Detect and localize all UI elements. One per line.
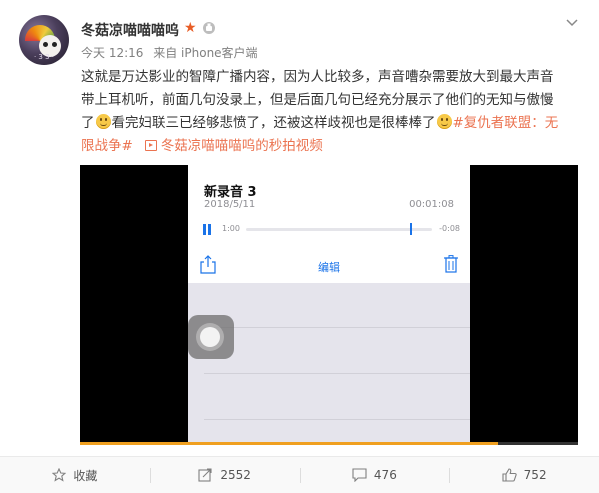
chevron-down-icon[interactable]: [566, 18, 578, 28]
forward-icon: [198, 468, 212, 482]
video-link-label: 冬菇凉喵喵喵呜的秒拍视频: [160, 138, 323, 154]
smile-emoji-icon: [436, 114, 452, 129]
content-line-4: 限战争# 冬菇凉喵喵喵呜的秒拍视频: [81, 135, 587, 158]
avatar[interactable]: · 3 3 ·: [19, 15, 69, 65]
post-time[interactable]: 今天 12:16: [81, 46, 143, 60]
action-bar: 收藏 2552 476 752: [0, 456, 599, 493]
like-icon: [502, 468, 517, 482]
time-remaining: -0:08: [439, 224, 460, 233]
author-name[interactable]: 冬菇凉喵喵喵呜: [81, 20, 179, 40]
like-button[interactable]: 752: [449, 457, 599, 493]
video-progress-fill: [80, 442, 499, 445]
avatar-caption: · 3 3 ·: [33, 53, 55, 61]
star-icon: ★: [184, 20, 197, 36]
list-divider: [204, 327, 470, 328]
recording-list-area: [188, 283, 470, 445]
list-divider: [204, 373, 470, 374]
smile-emoji-icon: [95, 114, 111, 129]
list-divider: [204, 419, 470, 420]
content-line-3: 了看完妇联三已经够悲愤了，还被这样歧视也是很棒棒了 #复仇者联盟：无: [81, 112, 587, 135]
favorite-label: 收藏: [73, 468, 98, 483]
assistive-touch-button: [188, 315, 234, 359]
favorite-star-icon: [52, 468, 67, 482]
comment-button[interactable]: 476: [299, 457, 450, 493]
post-content: 这就是万达影业的智障广播内容，因为人比较多，声音嘈杂需要放大到最大声音 带上耳机…: [81, 66, 587, 158]
trash-icon: [444, 255, 458, 273]
recording-title: 新录音 3: [204, 185, 257, 200]
content-line-3-start: 了: [81, 115, 95, 131]
recording-duration: 00:01:08: [409, 199, 454, 210]
forward-button[interactable]: 2552: [149, 457, 300, 493]
level-icon: [203, 22, 215, 34]
time-elapsed: 1:00: [222, 224, 240, 233]
scrubber-handle: [409, 223, 412, 235]
hashtag-link[interactable]: #复仇者联盟：无: [453, 115, 559, 131]
video-progress-track[interactable]: [80, 442, 578, 445]
comment-icon: [352, 468, 367, 482]
favorite-button[interactable]: 收藏: [0, 457, 150, 493]
content-line-1: 这就是万达影业的智障广播内容，因为人比较多，声音嘈杂需要放大到最大声音: [81, 69, 554, 85]
phone-screen: 新录音 3 2018/5/11 00:01:08 1:00 -0:08 编辑: [188, 165, 470, 445]
edit-label: 编辑: [318, 261, 340, 274]
video-player[interactable]: 新录音 3 2018/5/11 00:01:08 1:00 -0:08 编辑: [80, 165, 578, 445]
scrubber-track: [246, 223, 432, 235]
film-icon: [144, 140, 157, 151]
like-count: 752: [523, 468, 547, 482]
content-line-2: 带上耳机听，前面几句没录上，但是后面几句已经充分展示了他们的无知与傲慢: [81, 92, 554, 108]
pause-icon: [202, 224, 212, 235]
forward-count: 2552: [220, 468, 251, 482]
recording-date: 2018/5/11: [204, 199, 256, 210]
video-link[interactable]: 冬菇凉喵喵喵呜的秒拍视频: [144, 138, 323, 154]
content-line-3-text: 看完妇联三已经够悲愤了，还被这样歧视也是很棒棒了: [111, 115, 436, 131]
post-meta: 今天 12:16 来自 iPhone客户端: [81, 44, 264, 61]
hashtag-link-continued[interactable]: 限战争#: [81, 138, 133, 154]
post-source: 来自 iPhone客户端: [153, 46, 258, 60]
comment-count: 476: [373, 468, 397, 482]
